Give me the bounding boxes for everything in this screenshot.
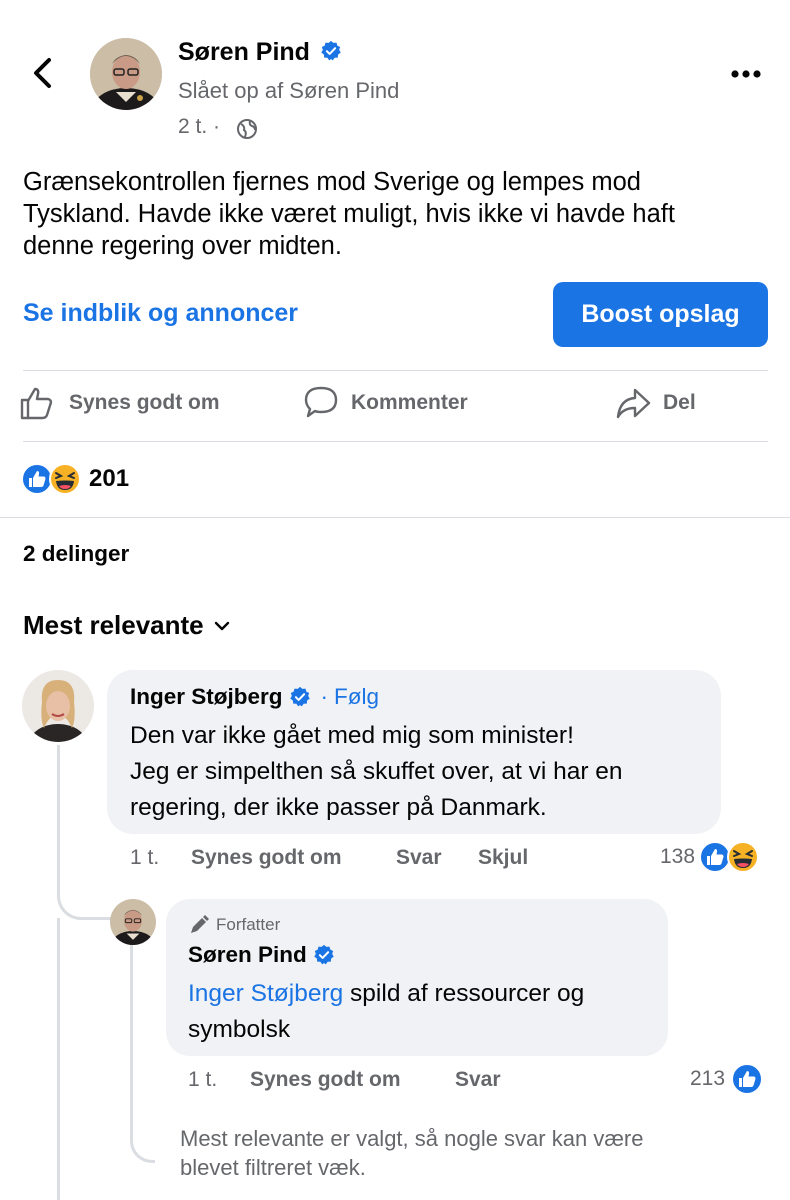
reply-text-rest: spild af ressourcer og: [343, 980, 585, 1007]
filter-notice-line: blevet filtreret væk.: [180, 1155, 366, 1180]
separator-dot: ·: [213, 115, 221, 138]
reply-author-name[interactable]: Søren Pind: [188, 942, 307, 968]
back-button[interactable]: [24, 52, 64, 92]
sort-label: Mest relevante: [23, 610, 204, 640]
insights-link[interactable]: Se indblik og annoncer: [23, 299, 298, 328]
globe-icon: [236, 118, 258, 140]
comment-like-button[interactable]: Synes godt om: [191, 846, 342, 870]
more-dots-icon: [731, 70, 761, 78]
reply-text: Inger Støjberg spild af ressourcer og sy…: [188, 976, 584, 1048]
reply-author-avatar[interactable]: [110, 899, 156, 945]
follow-button[interactable]: Følg: [334, 684, 379, 710]
verified-badge-icon: [321, 41, 341, 61]
filter-notice: Mest relevante er valgt, så nogle svar k…: [180, 1124, 643, 1182]
comment-text-line: Jeg er simpelthen så skuffet over, at vi…: [130, 758, 623, 785]
more-options-button[interactable]: [728, 62, 768, 86]
author-badge-icon: [191, 915, 209, 933]
share-arrow-icon: [616, 388, 651, 419]
reply-reactions[interactable]: 213: [690, 1063, 764, 1095]
like-reaction-icon: [731, 1063, 764, 1095]
filter-notice-line: Mest relevante er valgt, så nogle svar k…: [180, 1126, 644, 1151]
like-button[interactable]: Synes godt om: [19, 385, 220, 421]
post-text-line: denne regering over midten.: [23, 232, 342, 260]
post-text-line: Grænsekontrollen fjernes mod Sverige og …: [23, 168, 641, 196]
comment-label: Kommenter: [351, 391, 468, 414]
reply-reply-button[interactable]: Svar: [455, 1068, 501, 1092]
boost-post-button[interactable]: Boost opslag: [553, 282, 768, 347]
chevron-left-icon: [34, 58, 51, 88]
boost-post-label: Boost opslag: [581, 300, 740, 328]
post-timestamp[interactable]: 2 t.: [178, 115, 207, 138]
reply-thread-line: [130, 945, 155, 1163]
verified-badge-icon: [314, 944, 334, 965]
reactions-count: 201: [89, 465, 130, 492]
comment-reply-button[interactable]: Svar: [396, 846, 442, 870]
reply-timestamp[interactable]: 1 t.: [188, 1068, 217, 1092]
comment-text-line: Den var ikke gået med mig som minister!: [130, 722, 574, 749]
shares-count[interactable]: 2 delinger: [23, 541, 129, 567]
comment-bubble-icon: [304, 386, 338, 418]
sort-dropdown[interactable]: Mest relevante: [23, 610, 232, 641]
author-avatar[interactable]: [90, 38, 162, 110]
comment-button[interactable]: Kommenter: [303, 385, 468, 421]
reply-reaction-count: 213: [690, 1067, 726, 1090]
mention-link[interactable]: Inger Støjberg: [188, 980, 343, 1007]
comment-text: Den var ikke gået med mig som minister! …: [130, 718, 623, 826]
comment-reactions[interactable]: 138: [660, 841, 760, 873]
author-name[interactable]: Søren Pind: [178, 38, 310, 66]
author-badge-label: Forfatter: [216, 915, 281, 934]
commenter-avatar[interactable]: [22, 670, 94, 742]
post-text-line: Tyskland. Havde ikke været muligt, hvis …: [23, 200, 675, 228]
comment-reaction-count: 138: [660, 845, 696, 868]
reply-text-line: symbolsk: [188, 1016, 291, 1043]
commenter-name[interactable]: Inger Støjberg: [130, 684, 283, 710]
reply-like-button[interactable]: Synes godt om: [250, 1068, 401, 1092]
post-text: Grænsekontrollen fjernes mod Sverige og …: [23, 166, 675, 262]
chevron-down-icon: [214, 621, 229, 630]
reactions-summary[interactable]: 201: [21, 463, 129, 495]
verified-badge-icon: [289, 686, 310, 707]
comment-timestamp[interactable]: 1 t.: [130, 846, 159, 869]
like-label: Synes godt om: [69, 391, 220, 414]
share-label: Del: [663, 391, 696, 414]
thread-line: [57, 918, 60, 1200]
comment-text-line: regering, der ikke passer på Danmark.: [130, 794, 547, 821]
follow-separator: ·: [320, 684, 329, 709]
thread-line: [57, 745, 114, 920]
haha-reaction-icon: [727, 841, 760, 873]
share-button[interactable]: Del: [615, 385, 696, 421]
posted-by-label: Slået op af Søren Pind: [178, 78, 400, 103]
thumbs-up-icon: [20, 387, 53, 420]
haha-reaction-icon: [49, 463, 81, 495]
comment-hide-button[interactable]: Skjul: [478, 846, 528, 870]
